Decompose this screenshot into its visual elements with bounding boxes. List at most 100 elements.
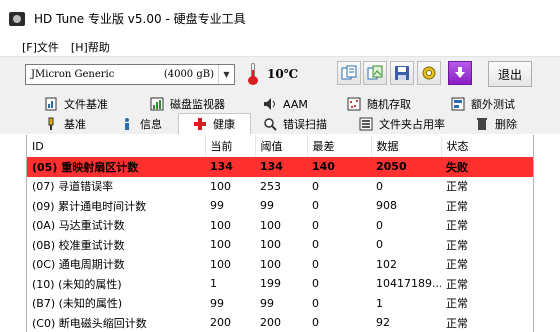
tab-info[interactable]: 信息 [120,115,162,133]
cell-data: 2050 [371,157,441,177]
cell-current: 99 [210,296,224,310]
column-header-id[interactable]: ID [27,135,206,157]
disk-monitor-icon [150,97,164,111]
table-header-row: ID 当前 阈值 最差 数据 状态 [27,135,533,157]
options-icon [422,66,436,80]
tab-aam[interactable]: AAM [263,95,308,113]
smart-attributes-table: ID 当前 阈值 最差 数据 状态 (05) 重映射扇区计数 134 134 140 2… [26,135,534,332]
download-button[interactable] [448,61,472,85]
menu-bar: [F]文件 [H]帮助 [0,37,560,56]
cell-status: 正常 [446,238,468,252]
copy-image-icon [367,65,383,80]
cell-current: 100 [210,218,231,232]
download-icon [455,67,465,78]
title-bar: HD Tune 专业版 v5.00 - 硬盘专业工具 [0,0,560,37]
cell-threshold: 100 [260,218,281,232]
column-header-status[interactable]: 状态 [441,135,533,157]
cell-data: 10417189... [376,277,441,291]
cell-threshold: 199 [260,277,281,291]
thermometer-icon [247,63,259,85]
table-row[interactable]: (07) 寻道错误率 100 253 0 0 正常 [27,177,533,197]
cell-id: (10) (未知的属性) [32,277,122,291]
benchmark-icon [48,117,54,130]
speaker-icon [264,98,275,110]
info-icon [125,118,129,130]
cell-worst: 0 [312,316,319,330]
cell-worst: 0 [312,257,319,271]
cell-id: (B7) (未知的属性) [32,297,123,311]
cell-worst: 0 [312,179,319,193]
cell-data: 908 [376,199,397,213]
cell-data: 0 [376,238,383,252]
cell-id: (05) 重映射扇区计数 [27,157,205,177]
cell-current: 100 [210,257,231,271]
cell-status: 正常 [446,258,468,272]
folder-usage-icon [359,117,373,131]
table-row[interactable]: (C0) 断电磁头缩回计数 200 200 0 92 正常 [27,313,533,332]
drive-select[interactable]: JMicron Generic (4000 gB) ▼ [25,64,235,85]
column-header-worst[interactable]: 最差 [307,135,372,157]
erase-icon [477,118,487,130]
table-row[interactable]: (0C) 通电周期计数 100 100 0 102 正常 [27,255,533,275]
extra-tests-icon [451,97,465,111]
column-header-current[interactable]: 当前 [205,135,256,157]
random-access-icon [347,97,361,111]
cell-id: (C0) 断电磁头缩回计数 [32,316,147,330]
cell-threshold: 100 [260,238,281,252]
table-row[interactable]: (10) (未知的属性) 1 199 0 10417189... 正常 [27,274,533,294]
column-header-threshold[interactable]: 阈值 [255,135,308,157]
chevron-down-icon[interactable]: ▼ [218,65,234,84]
cell-data: 102 [376,257,397,271]
cell-status: 正常 [446,199,468,213]
tab-error-scan[interactable]: 错误扫描 [263,115,327,133]
column-header-data[interactable]: 数据 [371,135,442,157]
tab-folder-usage[interactable]: 文件夹占用率 [359,115,445,133]
cell-current: 100 [210,238,231,252]
cell-data: 1 [376,296,383,310]
tab-health[interactable]: 健康 [178,113,251,134]
window-title: HD Tune 专业版 v5.00 - 硬盘专业工具 [34,12,246,26]
cell-threshold: 100 [260,257,281,271]
menu-file[interactable]: [F]文件 [0,39,63,55]
cell-threshold: 99 [260,296,274,310]
tab-benchmark[interactable]: 基准 [44,115,86,133]
tab-file-benchmark[interactable]: 文件基准 [44,95,108,113]
save-button[interactable] [390,61,414,85]
cell-threshold: 134 [255,157,307,177]
menu-help[interactable]: [H]帮助 [63,39,114,55]
copy-text-button[interactable] [337,61,361,85]
tab-disk-monitor[interactable]: 磁盘监视器 [150,95,225,113]
cell-status: 正常 [446,180,468,194]
tab-extra-tests[interactable]: 额外测试 [451,95,515,113]
cell-status: 正常 [446,297,468,311]
table-row[interactable]: (0B) 校准重试计数 100 100 0 0 正常 [27,235,533,255]
tab-erase[interactable]: 删除 [475,115,517,133]
toolbar: JMicron Generic (4000 gB) ▼ 10℃ 退出 [0,56,560,90]
error-scan-icon [264,118,277,131]
table-row[interactable]: (09) 累计通电时间计数 99 99 0 908 正常 [27,196,533,216]
health-icon [194,118,206,130]
cell-threshold: 253 [260,179,281,193]
cell-data: 0 [376,179,383,193]
tab-strip: 文件基准 磁盘监视器 AAM 随机存取 额外测试 基准 信息 健康 错误扫描 文… [0,90,560,134]
tab-random-access[interactable]: 随机存取 [347,95,411,113]
options-button[interactable] [417,61,441,85]
cell-id: (09) 累计通电时间计数 [32,199,147,213]
copy-text-icon [341,65,357,80]
cell-id: (0B) 校准重试计数 [32,238,125,252]
cell-data: 92 [376,316,390,330]
temperature-readout: 10℃ [267,67,299,81]
exit-button[interactable]: 退出 [488,61,532,87]
table-row[interactable]: (B7) (未知的属性) 99 99 0 1 正常 [27,294,533,314]
cell-worst: 0 [312,238,319,252]
cell-current: 99 [210,199,224,213]
file-benchmark-icon [45,97,57,111]
cell-threshold: 200 [260,316,281,330]
table-row[interactable]: (0A) 马达重试计数 100 100 0 0 正常 [27,216,533,236]
cell-status: 正常 [446,277,468,291]
cell-current: 1 [210,277,217,291]
table-row[interactable]: (05) 重映射扇区计数 134 134 140 2050 失败 [27,157,533,177]
copy-image-button[interactable] [363,61,387,85]
table-body: (05) 重映射扇区计数 134 134 140 2050 失败 (07) 寻道错误率 100… [27,157,533,332]
drive-size: (4000 gB) [163,69,214,80]
